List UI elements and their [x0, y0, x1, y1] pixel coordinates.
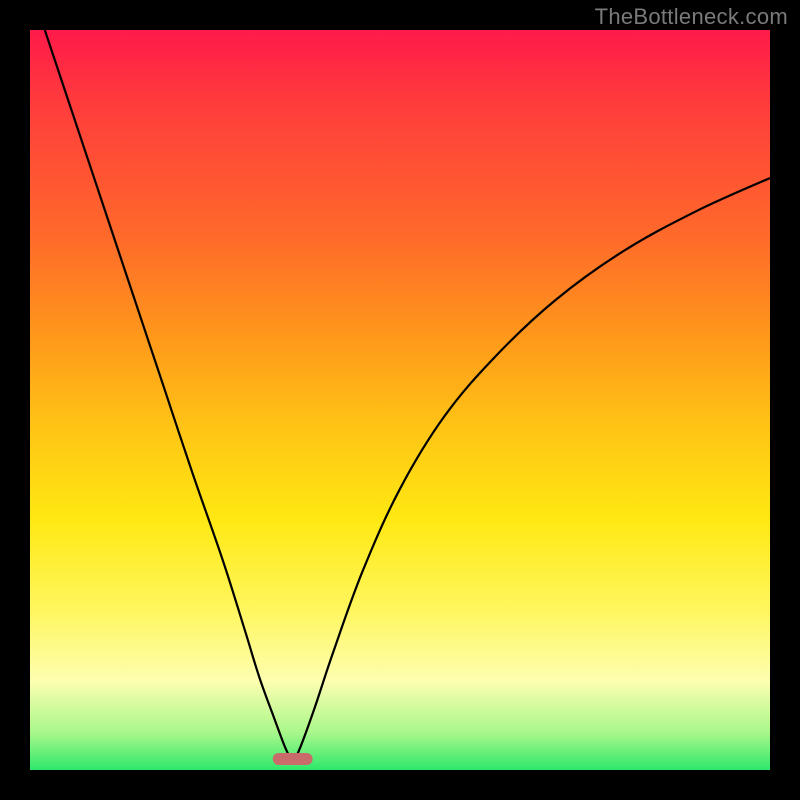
- watermark-text: TheBottleneck.com: [595, 4, 788, 30]
- bottleneck-curve: [30, 30, 770, 770]
- chart-frame: TheBottleneck.com: [0, 0, 800, 800]
- notch-marker: [272, 753, 313, 765]
- curve-right-branch: [293, 178, 770, 763]
- plot-area: [30, 30, 770, 770]
- curve-left-branch: [45, 30, 293, 763]
